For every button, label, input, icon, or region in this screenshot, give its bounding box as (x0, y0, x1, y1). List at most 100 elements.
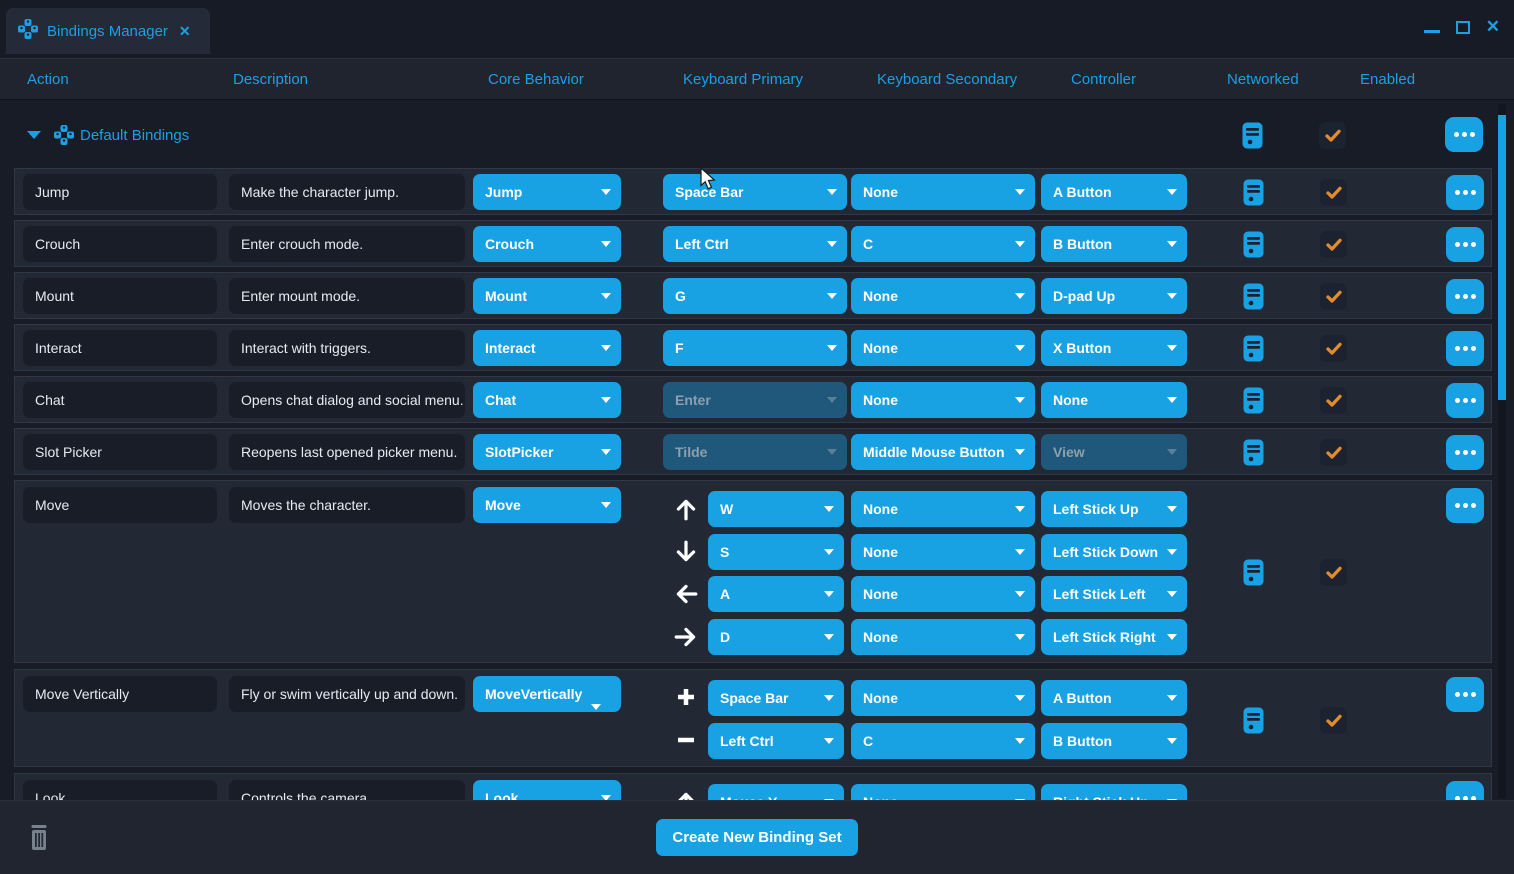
controller-dropdown[interactable]: A Button (1041, 680, 1187, 716)
description-field[interactable]: Fly or swim vertically up and down. (229, 676, 465, 712)
enabled-checkbox[interactable] (1320, 439, 1347, 466)
enabled-checkbox[interactable] (1320, 335, 1347, 362)
group-label[interactable]: Default Bindings (80, 113, 189, 158)
description-field[interactable]: Interact with triggers. (229, 330, 465, 366)
keyboard-secondary-dropdown[interactable]: None (851, 576, 1035, 612)
minimize-icon[interactable] (1424, 30, 1440, 33)
keyboard-primary-dropdown[interactable]: G (663, 278, 847, 314)
keyboard-secondary-dropdown[interactable]: None (851, 278, 1035, 314)
core-behavior-dropdown[interactable]: SlotPicker (473, 434, 621, 470)
row-menu-button[interactable] (1446, 677, 1484, 712)
core-behavior-dropdown[interactable]: MoveVertically (473, 676, 621, 712)
row-menu-button[interactable] (1446, 781, 1484, 800)
keyboard-primary-dropdown[interactable]: Space Bar (708, 680, 844, 716)
enabled-checkbox[interactable] (1320, 559, 1347, 586)
row-menu-button[interactable] (1446, 383, 1484, 418)
keyboard-primary-dropdown[interactable]: Mouse Y (708, 784, 844, 800)
row-menu-button[interactable] (1446, 175, 1484, 210)
core-behavior-dropdown[interactable]: Interact (473, 330, 621, 366)
description-field[interactable]: Reopens last opened picker menu. (229, 434, 465, 470)
action-name-field[interactable]: Look (23, 780, 217, 800)
row-menu-button[interactable] (1446, 331, 1484, 366)
keyboard-secondary-dropdown[interactable]: C (851, 226, 1035, 262)
networked-toggle-icon[interactable] (1243, 387, 1264, 414)
controller-dropdown[interactable]: Left Stick Down (1041, 534, 1187, 570)
networked-toggle-icon[interactable] (1243, 559, 1264, 586)
collapse-triangle-icon[interactable] (27, 131, 41, 139)
keyboard-primary-dropdown[interactable]: D (708, 619, 844, 655)
row-menu-button[interactable] (1446, 227, 1484, 262)
keyboard-secondary-dropdown[interactable]: None (851, 680, 1035, 716)
action-name-field[interactable]: Mount (23, 278, 217, 314)
tab-close-icon[interactable]: ✕ (179, 23, 191, 40)
core-behavior-dropdown[interactable]: Move (473, 487, 621, 523)
keyboard-secondary-dropdown[interactable]: None (851, 491, 1035, 527)
description-field[interactable]: Make the character jump. (229, 174, 465, 210)
controller-dropdown[interactable]: X Button (1041, 330, 1187, 366)
tab-bindings-manager[interactable]: Bindings Manager ✕ (6, 8, 210, 54)
controller-dropdown[interactable]: B Button (1041, 723, 1187, 759)
enabled-checkbox[interactable] (1320, 283, 1347, 310)
action-name-field[interactable]: Jump (23, 174, 217, 210)
core-behavior-dropdown[interactable]: Mount (473, 278, 621, 314)
controller-dropdown[interactable]: Right Stick Up (1041, 784, 1187, 800)
enabled-checkbox[interactable] (1320, 707, 1347, 734)
keyboard-secondary-dropdown[interactable]: Middle Mouse Button (851, 434, 1035, 470)
description-field[interactable]: Moves the character. (229, 487, 465, 523)
create-new-binding-set-button[interactable]: Create New Binding Set (656, 819, 858, 856)
controller-dropdown[interactable]: None (1041, 382, 1187, 418)
row-menu-button[interactable] (1445, 117, 1483, 152)
keyboard-primary-dropdown[interactable]: Left Ctrl (663, 226, 847, 262)
controller-dropdown[interactable]: Left Stick Left (1041, 576, 1187, 612)
action-name-field[interactable]: Interact (23, 330, 217, 366)
keyboard-primary-dropdown[interactable]: Left Ctrl (708, 723, 844, 759)
description-field[interactable]: Opens chat dialog and social menu. (229, 382, 465, 418)
networked-toggle-icon[interactable] (1242, 122, 1263, 149)
core-behavior-dropdown[interactable]: Look (473, 780, 621, 800)
enabled-checkbox[interactable] (1320, 179, 1347, 206)
keyboard-secondary-dropdown[interactable]: None (851, 534, 1035, 570)
networked-toggle-icon[interactable] (1243, 283, 1264, 310)
networked-toggle-icon[interactable] (1243, 335, 1264, 362)
maximize-icon[interactable] (1456, 21, 1470, 34)
description-field[interactable]: Enter mount mode. (229, 278, 465, 314)
keyboard-primary-dropdown[interactable]: F (663, 330, 847, 366)
keyboard-secondary-dropdown[interactable]: None (851, 330, 1035, 366)
scrollbar-thumb[interactable] (1498, 115, 1506, 400)
networked-toggle-icon[interactable] (1243, 179, 1264, 206)
action-name-field[interactable]: Move (23, 487, 217, 523)
enabled-checkbox[interactable] (1320, 231, 1347, 258)
keyboard-primary-dropdown[interactable]: A (708, 576, 844, 612)
controller-dropdown[interactable]: Left Stick Up (1041, 491, 1187, 527)
keyboard-primary-dropdown[interactable]: S (708, 534, 844, 570)
action-name-field[interactable]: Move Vertically (23, 676, 217, 712)
keyboard-secondary-dropdown[interactable]: C (851, 723, 1035, 759)
keyboard-primary-dropdown[interactable]: Space Bar (663, 174, 847, 210)
enabled-checkbox[interactable] (1320, 387, 1347, 414)
row-menu-button[interactable] (1446, 488, 1484, 523)
controller-dropdown[interactable]: A Button (1041, 174, 1187, 210)
core-behavior-dropdown[interactable]: Crouch (473, 226, 621, 262)
keyboard-secondary-dropdown[interactable]: None (851, 382, 1035, 418)
keyboard-secondary-dropdown[interactable]: None (851, 784, 1035, 800)
keyboard-primary-dropdown[interactable]: W (708, 491, 844, 527)
action-name-field[interactable]: Chat (23, 382, 217, 418)
description-field[interactable]: Enter crouch mode. (229, 226, 465, 262)
networked-toggle-icon[interactable] (1243, 231, 1264, 258)
row-menu-button[interactable] (1446, 435, 1484, 470)
description-field[interactable]: Controls the camera. (229, 780, 465, 800)
keyboard-secondary-dropdown[interactable]: None (851, 174, 1035, 210)
close-icon[interactable]: ✕ (1486, 20, 1500, 34)
core-behavior-dropdown[interactable]: Jump (473, 174, 621, 210)
action-name-field[interactable]: Slot Picker (23, 434, 217, 470)
delete-binding-set-button[interactable] (28, 825, 50, 855)
core-behavior-dropdown[interactable]: Chat (473, 382, 621, 418)
enabled-checkbox[interactable] (1319, 122, 1346, 149)
controller-dropdown[interactable]: B Button (1041, 226, 1187, 262)
row-menu-button[interactable] (1446, 279, 1484, 314)
networked-toggle-icon[interactable] (1243, 439, 1264, 466)
networked-toggle-icon[interactable] (1243, 707, 1264, 734)
controller-dropdown[interactable]: D-pad Up (1041, 278, 1187, 314)
controller-dropdown[interactable]: Left Stick Right (1041, 619, 1187, 655)
action-name-field[interactable]: Crouch (23, 226, 217, 262)
